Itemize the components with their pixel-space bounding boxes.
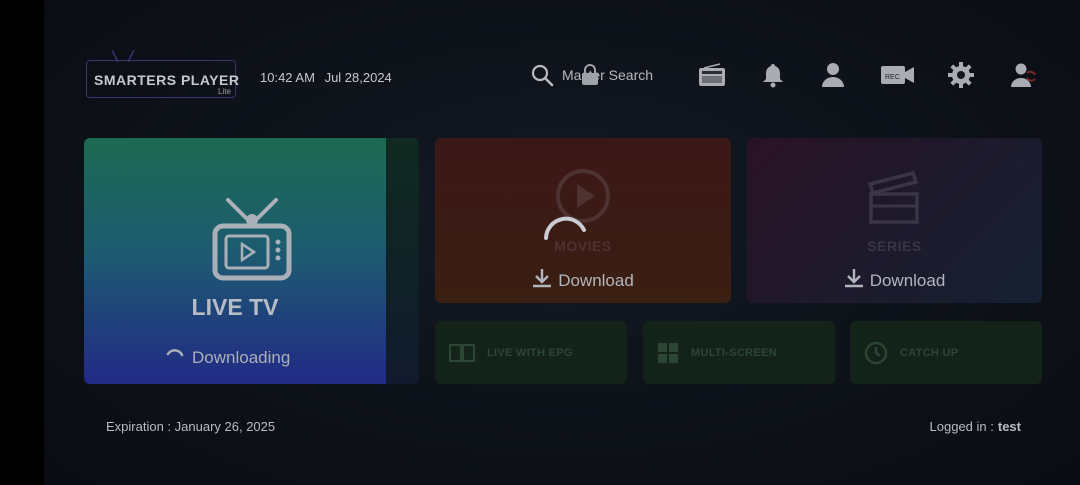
live-tv-tile-edge [386, 138, 419, 384]
series-title: SERIES [867, 238, 922, 254]
live-tv-status-label: Downloading [192, 348, 291, 367]
svg-text:REC: REC [885, 74, 900, 81]
notifications-button[interactable] [758, 60, 788, 90]
clock-icon [864, 341, 888, 364]
radio-button[interactable] [697, 60, 727, 90]
catch-up-label: CATCH UP [900, 346, 959, 359]
series-download-label: Download [869, 271, 946, 290]
multi-screen-label: MULTI-SCREEN [691, 346, 777, 359]
logo-text: SMARTERS PLAYER [94, 72, 240, 88]
tv-icon [212, 198, 292, 281]
live-with-epg-tile[interactable]: LIVE WITH EPG [435, 321, 627, 384]
record-icon: REC [881, 66, 914, 84]
bell-icon [763, 64, 783, 88]
settings-icon [948, 62, 974, 88]
logged-in-label: Logged in : [929, 419, 994, 434]
book-icon [449, 343, 475, 362]
expiration-text: Expiration : January 26, 2025 [106, 419, 276, 434]
live-tv-tile[interactable]: LIVE TV Downloading [84, 138, 386, 384]
catch-up-tile[interactable]: CATCH UP [850, 321, 1042, 384]
radio-icon [699, 63, 725, 86]
clock-time: 10:42 AM [260, 70, 315, 85]
left-edge-strip [0, 0, 44, 485]
download-icon [844, 269, 863, 288]
series-tile[interactable]: SERIES Download [747, 138, 1042, 303]
profile-button[interactable] [818, 60, 848, 90]
switch-user-button[interactable] [1008, 60, 1038, 90]
username: test [997, 419, 1021, 434]
download-icon [533, 269, 552, 288]
logo-subtitle: Lite [218, 87, 231, 96]
live-with-epg-label: LIVE WITH EPG [487, 346, 573, 359]
app-logo: SMARTERS PLAYER Lite [86, 50, 246, 100]
record-button[interactable]: REC [880, 60, 916, 90]
lock-icon[interactable] [581, 64, 599, 86]
search-label: Master Search [562, 67, 654, 83]
search-icon [531, 64, 554, 87]
current-date: Jul 28,2024 [324, 70, 392, 85]
grid-icon [658, 342, 678, 363]
settings-button[interactable] [946, 60, 976, 90]
date-time: 10:42 AM Jul 28,2024 [260, 70, 398, 85]
logged-in-status: Logged in : test [930, 419, 1021, 434]
multi-screen-tile[interactable]: MULTI-SCREEN [643, 321, 835, 384]
movies-download-label: Download [558, 271, 634, 290]
profile-icon [822, 63, 844, 87]
switch-user-icon [1011, 63, 1036, 87]
series-download[interactable]: Download [747, 268, 1042, 291]
loading-spinner-icon [544, 216, 586, 240]
loading-spinner-icon [166, 349, 184, 357]
movies-download[interactable]: Download [435, 268, 731, 291]
clapperboard-icon [867, 170, 919, 224]
live-tv-title: LIVE TV [191, 294, 279, 320]
live-tv-status: Downloading [166, 348, 291, 368]
